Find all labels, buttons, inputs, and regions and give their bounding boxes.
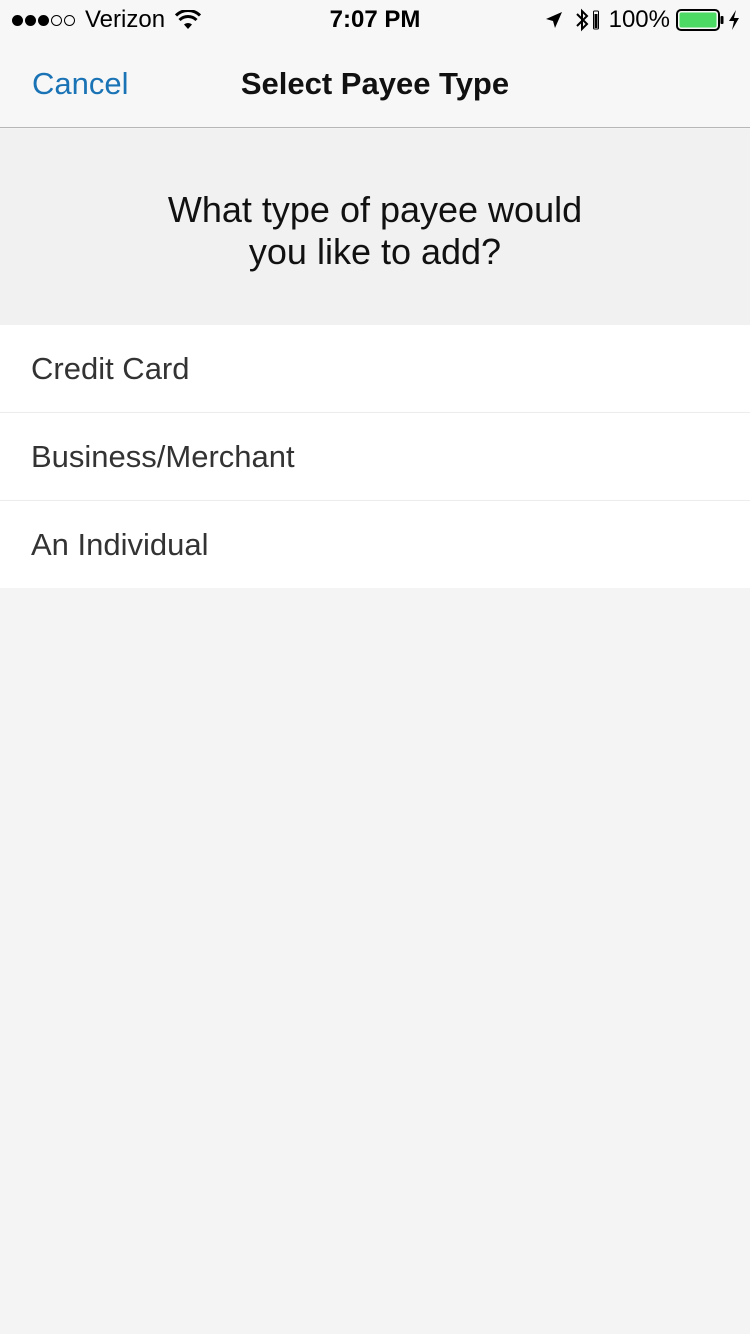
cancel-button[interactable]: Cancel [32, 64, 129, 104]
status-bar: Verizon 7:07 PM 100% [0, 0, 750, 40]
prompt-section: What type of payee would you like to add… [0, 129, 750, 325]
bluetooth-icon [575, 8, 589, 32]
payee-type-list: Credit Card Business/Merchant An Individ… [0, 325, 750, 588]
battery-percent: 100% [608, 6, 670, 33]
charging-icon [729, 10, 739, 30]
prompt-text: What type of payee would you like to add… [145, 189, 605, 273]
navigation-bar: Cancel Select Payee Type [0, 40, 750, 128]
device-battery-icon [592, 10, 599, 30]
option-business-merchant[interactable]: Business/Merchant [0, 413, 750, 501]
option-credit-card[interactable]: Credit Card [0, 325, 750, 413]
status-right: 100% [545, 6, 740, 34]
option-individual[interactable]: An Individual [0, 501, 750, 588]
prompt-line-1: What type of payee would [167, 189, 583, 230]
location-icon [545, 12, 562, 28]
battery-icon [676, 9, 724, 31]
prompt-line-2: you like to add? [248, 231, 502, 272]
